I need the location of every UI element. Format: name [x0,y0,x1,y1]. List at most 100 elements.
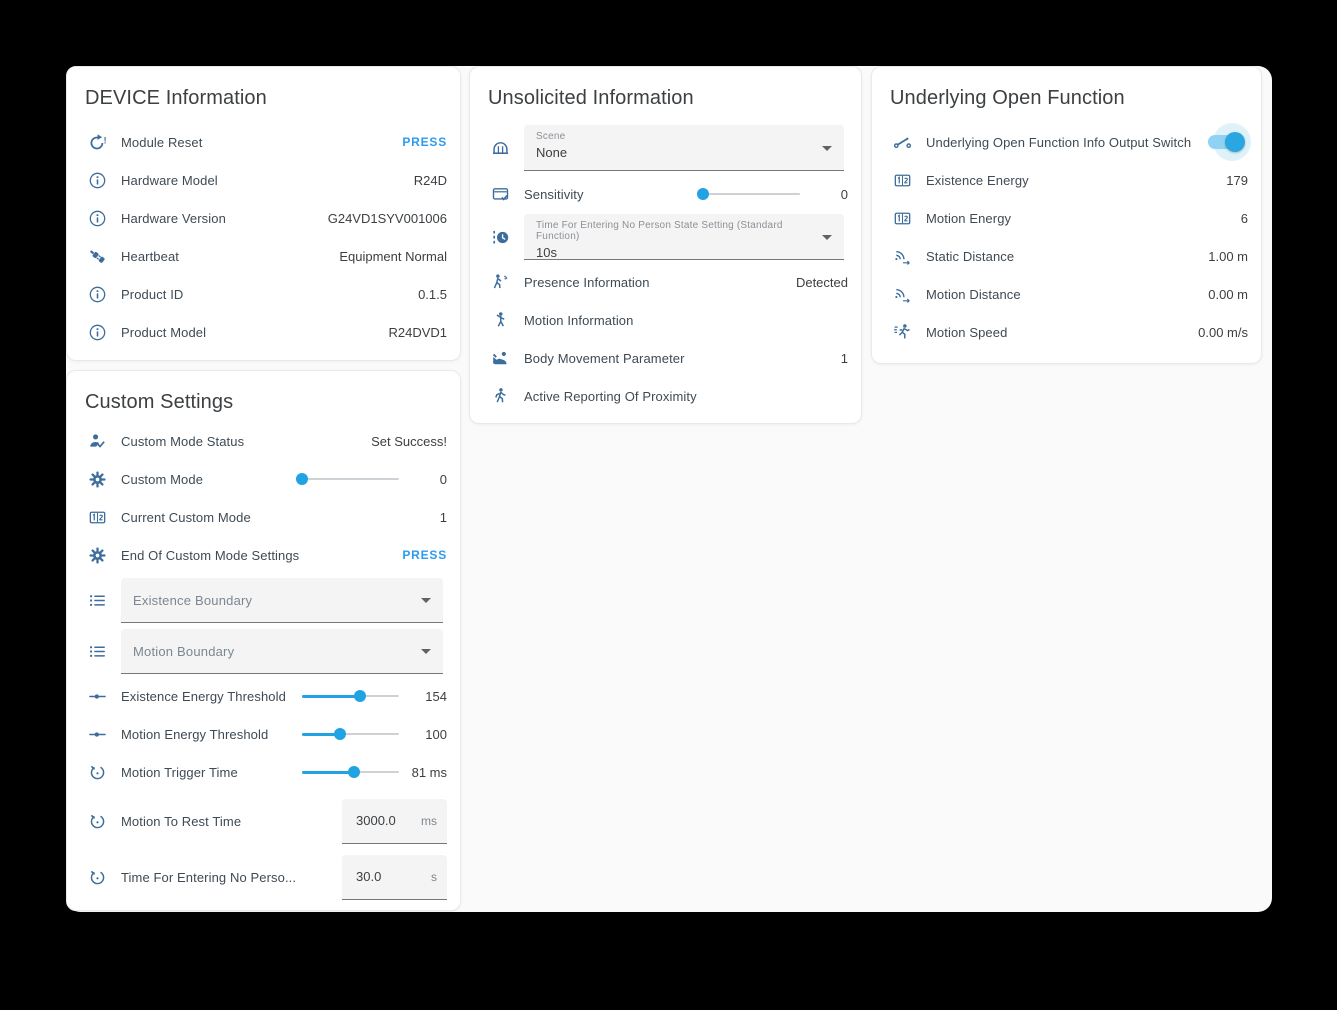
motion-energy-threshold-slider[interactable] [302,727,399,741]
motion-trigger-time-slider[interactable] [302,765,399,779]
row-value: G24VD1SYV001006 [328,211,447,226]
row-label: Motion Speed [926,325,1198,340]
body-movement-icon [488,347,512,369]
switch-lever-icon [890,131,914,153]
row-value: 81 ms [399,765,447,780]
static-distance-row: Static Distance 1.00 m [872,237,1261,275]
row-label: Heartbeat [121,249,339,264]
numeric-display-icon [890,207,914,229]
underlying-open-function-output-toggle[interactable] [1200,122,1248,162]
product-model-row: Product Model R24DVD1 [67,313,460,351]
info-icon [85,207,109,229]
row-value: Set Success! [371,434,447,449]
timer-icon [85,761,109,783]
heartbeat-row: Heartbeat Equipment Normal [67,237,460,275]
gear-icon [85,468,109,490]
numeric-display-icon [85,506,109,528]
sensitivity-slider[interactable] [703,187,800,201]
active-reporting-proximity-row: Active Reporting Of Proximity [470,377,861,415]
motion-to-rest-time-row: Motion To Rest Time 3000.0 ms [67,796,460,846]
row-value: 0.1.5 [418,287,447,302]
list-icon [85,641,109,663]
row-value: Equipment Normal [339,249,447,264]
row-label: Hardware Version [121,211,328,226]
field-value: 30.0 [356,869,431,884]
row-value: R24DVD1 [388,325,447,340]
body-movement-parameter-row: Body Movement Parameter 1 [470,339,861,377]
row-label: Product ID [121,287,418,302]
product-id-row: Product ID 0.1.5 [67,275,460,313]
row-label: Body Movement Parameter [524,351,841,366]
field-value: 3000.0 [356,813,421,828]
end-of-custom-mode-press-button[interactable]: PRESS [402,548,447,562]
row-value: 0 [399,472,447,487]
card-title: DEVICE Information [67,67,460,113]
row-value: 0 [800,187,848,202]
time-entering-no-person-field[interactable]: 30.0 s [342,855,447,900]
motion-boundary-row: Motion Boundary [67,629,460,674]
select-value: 10s [536,245,810,260]
restart-alert-icon [85,131,109,153]
motion-distance-row: Motion Distance 0.00 m [872,275,1261,313]
module-reset-press-button[interactable]: PRESS [402,135,447,149]
slider-icon [85,723,109,745]
timer-icon [85,866,109,888]
distance-wave-icon [890,283,914,305]
row-label: Existence Energy Threshold [121,689,302,704]
row-label: Custom Mode [121,472,302,487]
card-title: Custom Settings [67,371,460,417]
motion-trigger-time-row: Motion Trigger Time 81 ms [67,753,460,791]
existence-energy-threshold-slider[interactable] [302,689,399,703]
motion-information-row: Motion Information [470,301,861,339]
board-check-icon [488,183,512,205]
select-label: Scene [536,131,810,142]
motion-energy-row: Motion Energy 6 [872,199,1261,237]
field-unit: s [431,870,437,884]
select-label: Existence Boundary [133,593,252,608]
list-icon [85,590,109,612]
select-value: None [536,145,810,160]
row-label: Motion Energy [926,211,1241,226]
row-label: Motion Trigger Time [121,765,302,780]
row-label: Hardware Model [121,173,414,188]
row-label: Motion To Rest Time [121,814,342,829]
walking-person-icon [488,385,512,407]
time-for-entering-row: Time For Entering No Person State Settin… [470,214,861,260]
row-value: 0.00 m [1208,287,1248,302]
current-custom-mode-row: Current Custom Mode 1 [67,498,460,536]
device-information-card: DEVICE Information Module Reset PRESS Ha… [66,66,461,361]
scene-select[interactable]: Scene None [524,125,844,171]
row-label: Underlying Open Function Info Output Swi… [926,135,1200,150]
motion-speed-row: Motion Speed 0.00 m/s [872,313,1261,351]
distance-wave-icon [890,245,914,267]
dome-icon [488,137,512,159]
row-value: 179 [1226,173,1248,188]
sensitivity-row: Sensitivity 0 [470,175,861,213]
presence-information-row: Presence Information Detected [470,263,861,301]
card-title: Unsolicited Information [470,67,861,113]
underlying-open-function-card: Underlying Open Function Underlying Open… [871,66,1262,364]
end-of-custom-mode-row: End Of Custom Mode Settings PRESS [67,536,460,574]
row-value: 6 [1241,211,1248,226]
module-reset-row: Module Reset PRESS [67,123,460,161]
motion-to-rest-time-field[interactable]: 3000.0 ms [342,799,447,844]
time-entering-no-person-row: Time For Entering No Perso... 30.0 s [67,852,460,902]
custom-mode-slider[interactable] [302,472,399,486]
motion-boundary-select[interactable]: Motion Boundary [121,629,443,674]
time-for-entering-select[interactable]: Time For Entering No Person State Settin… [524,214,844,260]
info-icon [85,283,109,305]
unsolicited-information-card: Unsolicited Information Scene None Sensi… [469,66,862,424]
row-label: Active Reporting Of Proximity [524,389,848,404]
chevron-down-icon [421,649,431,654]
row-label: End Of Custom Mode Settings [121,548,402,563]
existence-boundary-select[interactable]: Existence Boundary [121,578,443,623]
existence-boundary-row: Existence Boundary [67,578,460,623]
person-check-icon [85,430,109,452]
custom-mode-status-row: Custom Mode Status Set Success! [67,422,460,460]
custom-mode-row: Custom Mode 0 [67,460,460,498]
output-switch-row: Underlying Open Function Info Output Swi… [872,123,1261,161]
chevron-down-icon [421,598,431,603]
row-label: Current Custom Mode [121,510,440,525]
dashboard-content: DEVICE Information Module Reset PRESS Ha… [66,66,1272,912]
hardware-model-row: Hardware Model R24D [67,161,460,199]
